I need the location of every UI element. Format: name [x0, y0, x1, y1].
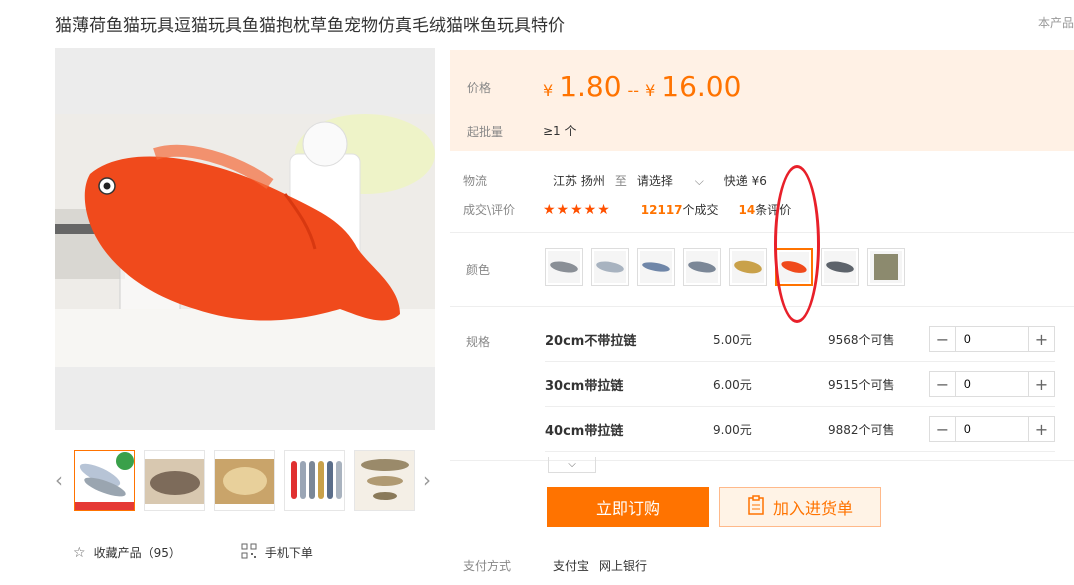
- quantity-stepper: − +: [929, 326, 1055, 352]
- color-swatch-gray[interactable]: [545, 248, 583, 286]
- chevron-down-icon: ⌵: [568, 459, 576, 470]
- favorite-label: 收藏产品（95）: [93, 546, 181, 560]
- chevron-right-icon[interactable]: ›: [423, 468, 431, 492]
- thumbnail-strip: ‹ ›: [55, 450, 435, 512]
- color-swatch-striped[interactable]: [683, 248, 721, 286]
- spec-label: 规格: [466, 335, 491, 349]
- spec-stock: 9515个可售: [828, 377, 895, 392]
- divider: [450, 306, 1074, 307]
- deals-count: 12117: [640, 203, 683, 217]
- divider: [450, 460, 1074, 461]
- product-photo: [55, 114, 435, 367]
- color-label: 颜色: [466, 263, 491, 277]
- price-separator: --: [627, 81, 640, 100]
- mobile-order-button[interactable]: 手机下单: [241, 543, 313, 562]
- quantity-input[interactable]: [956, 327, 1028, 351]
- logistics-to: 至: [614, 174, 627, 188]
- spec-price: 9.00元: [713, 422, 752, 437]
- color-swatch-mottled[interactable]: [821, 248, 859, 286]
- price-label: 价格: [467, 81, 492, 95]
- quantity-input[interactable]: [956, 372, 1028, 396]
- thumbnail-2[interactable]: [144, 450, 205, 511]
- moq-label: 起批量: [467, 125, 504, 139]
- quantity-stepper: − +: [929, 416, 1055, 442]
- minus-icon[interactable]: −: [930, 417, 956, 441]
- color-swatch-golden[interactable]: [729, 248, 767, 286]
- add-to-cart-button[interactable]: 加入进货单: [719, 487, 881, 527]
- plus-icon[interactable]: +: [1028, 417, 1054, 441]
- qr-code-icon: [241, 543, 257, 562]
- price-panel: 价格 ¥ 1.80 -- ¥ 16.00 起批量 ≥1 个: [450, 50, 1074, 151]
- spec-row: 30cm带拉链 6.00元 9515个可售 − +: [545, 362, 1055, 407]
- reviews-link[interactable]: 14条评价: [739, 201, 792, 218]
- logistics-label: 物流: [463, 174, 488, 188]
- chevron-left-icon[interactable]: ‹: [55, 468, 63, 492]
- product-title: 猫薄荷鱼猫玩具逗猫玩具鱼猫抱枕草鱼宠物仿真毛绒猫咪鱼玩具特价: [55, 16, 565, 36]
- plus-icon[interactable]: +: [1028, 372, 1054, 396]
- chevron-down-icon: ⌵: [694, 174, 704, 188]
- divider: [450, 232, 1074, 233]
- reviews-count: 14: [738, 203, 756, 217]
- payment-row: 支付方式 支付宝 网上银行: [463, 557, 657, 574]
- color-swatch-blue[interactable]: [637, 248, 675, 286]
- deals-link[interactable]: 12117个成交: [641, 201, 719, 218]
- spec-price: 5.00元: [713, 332, 752, 347]
- main-product-image[interactable]: [55, 48, 435, 430]
- color-swatch-catnip[interactable]: [867, 248, 905, 286]
- plus-icon[interactable]: +: [1028, 327, 1054, 351]
- clipboard-icon: [747, 495, 765, 519]
- mobile-order-label: 手机下单: [264, 546, 313, 560]
- spec-price: 6.00元: [713, 377, 752, 392]
- spec-stock: 9882个可售: [828, 422, 895, 437]
- thumbnail-4[interactable]: [284, 450, 345, 511]
- spec-stock: 9568个可售: [828, 332, 895, 347]
- logistics-row: 物流 江苏 扬州 至 请选择 ⌵ 快递 ¥6: [463, 172, 777, 189]
- logistics-origin: 江苏 扬州: [553, 174, 605, 188]
- buy-now-button[interactable]: 立即订购: [547, 487, 709, 527]
- payment-method-alipay: 支付宝: [553, 559, 590, 573]
- destination-select[interactable]: 请选择 ⌵: [637, 172, 714, 189]
- thumbnail-5[interactable]: [354, 450, 415, 511]
- color-swatches: [545, 248, 905, 286]
- spec-name: 40cm带拉链: [545, 423, 624, 439]
- currency-symbol: ¥: [645, 81, 656, 100]
- moq-value: ≥1 个: [543, 124, 577, 138]
- annotation-highlight: [774, 165, 820, 323]
- gallery-actions: ☆ 收藏产品（95） 手机下单: [73, 543, 313, 562]
- shipping-fee: 快递 ¥6: [723, 174, 767, 188]
- color-swatch-silver[interactable]: [591, 248, 629, 286]
- reviews-label: 成交\评价: [463, 203, 516, 217]
- payment-label: 支付方式: [463, 559, 512, 573]
- reviews-suffix: 条评价: [755, 203, 792, 217]
- product-link[interactable]: 本产品: [1038, 14, 1074, 31]
- spec-name: 30cm带拉链: [545, 378, 624, 394]
- price-max: 16.00: [661, 70, 742, 103]
- thumbnail-1[interactable]: [74, 450, 135, 511]
- favorite-button[interactable]: ☆ 收藏产品（95）: [73, 544, 181, 561]
- add-to-cart-label: 加入进货单: [772, 499, 853, 518]
- spec-row: 40cm带拉链 9.00元 9882个可售 − +: [545, 407, 1055, 452]
- spec-name: 20cm不带拉链: [545, 333, 637, 349]
- deals-suffix: 个成交: [682, 203, 719, 217]
- price-min: 1.80: [559, 70, 622, 103]
- expand-specs-button[interactable]: ⌵: [548, 457, 596, 473]
- quantity-input[interactable]: [956, 417, 1028, 441]
- spec-row: 20cm不带拉链 5.00元 9568个可售 − +: [545, 317, 1055, 362]
- rating-stars: ★★★★★: [543, 201, 611, 218]
- payment-method-bank: 网上银行: [599, 559, 648, 573]
- currency-symbol: ¥: [543, 81, 554, 100]
- quantity-stepper: − +: [929, 371, 1055, 397]
- thumbnail-3[interactable]: [214, 450, 275, 511]
- destination-value: 请选择: [636, 174, 673, 188]
- color-swatch-red[interactable]: [775, 248, 813, 286]
- star-outline-icon: ☆: [73, 544, 86, 561]
- price-range: ¥ 1.80 -- ¥ 16.00: [543, 70, 741, 103]
- minus-icon[interactable]: −: [930, 372, 956, 396]
- minus-icon[interactable]: −: [930, 327, 956, 351]
- reviews-row: 成交\评价 ★★★★★ 12117个成交 14条评价: [463, 201, 791, 218]
